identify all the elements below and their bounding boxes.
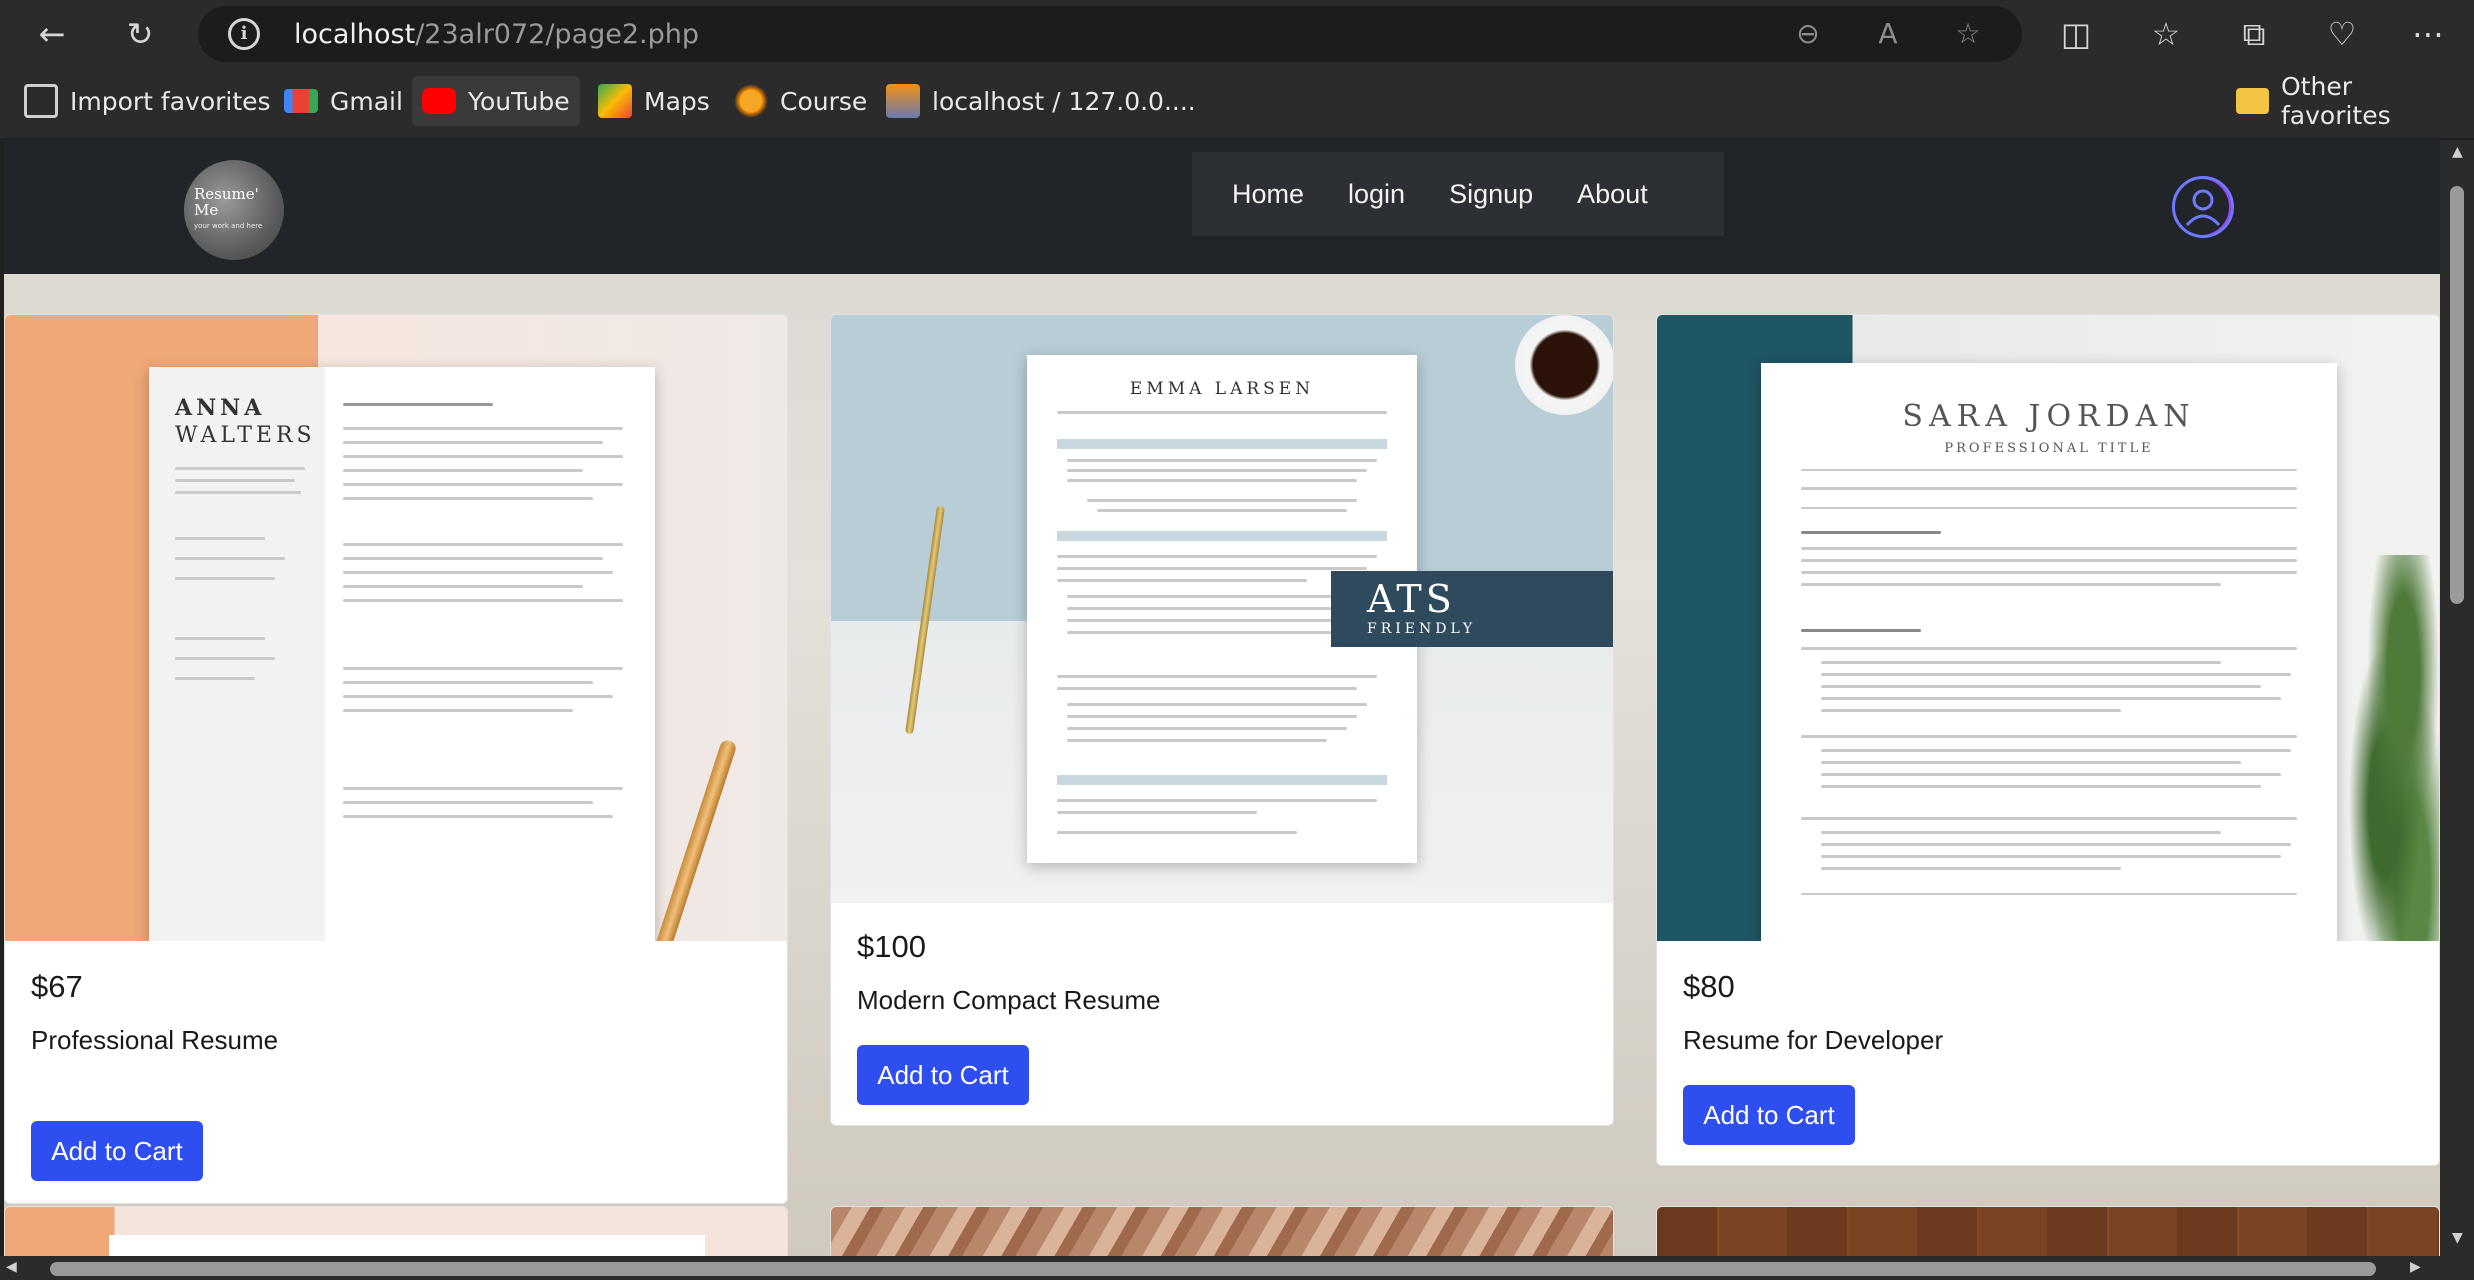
horizontal-scroll-thumb[interactable]: [50, 1262, 2376, 1276]
zoom-out-icon[interactable]: ⊖: [1790, 16, 1826, 52]
address-bar[interactable]: i localhost/23alr072/page2.php ⊖ A ☆: [198, 6, 2022, 62]
product-card: EMMA LARSEN ATS FRIENDLY $100 Modern Com…: [830, 314, 1614, 1126]
resume-name: EMMA LARSEN: [1129, 379, 1315, 399]
product-price: $80: [1683, 969, 1735, 1004]
product-title: Professional Resume: [31, 1025, 279, 1055]
page-viewport: Resume' Me your work and here Home login …: [4, 140, 2440, 1256]
scroll-right-icon[interactable]: ▶: [2410, 1259, 2421, 1275]
bookmark-label: YouTube: [468, 86, 570, 116]
collections-icon[interactable]: ⧉: [2230, 10, 2278, 58]
browser-toolbar: ← ↻ i localhost/23alr072/page2.php ⊖ A ☆…: [0, 0, 2474, 68]
resume-name: SARA JORDAN: [1902, 399, 2196, 434]
vertical-scrollbar[interactable]: ▲ ▼: [2440, 140, 2474, 1256]
phpmyadmin-icon: [886, 84, 920, 118]
nav-menu: Home login Signup About: [1192, 152, 1724, 236]
read-aloud-icon[interactable]: A: [1870, 16, 1906, 52]
nav-about[interactable]: About: [1577, 179, 1648, 210]
product-card: [830, 1206, 1614, 1256]
resume-subtitle: PROFESSIONAL TITLE: [1944, 441, 2154, 456]
pen-decoration: [648, 738, 738, 941]
product-card: [4, 1206, 788, 1256]
bookmark-gmail[interactable]: Gmail: [274, 76, 413, 126]
favorite-star-icon[interactable]: ☆: [1950, 16, 1986, 52]
product-title: Modern Compact Resume: [857, 985, 1161, 1015]
resume-sheet: ANNA WALTERS: [149, 367, 655, 941]
site-navbar: Resume' Me your work and here Home login …: [4, 140, 2440, 274]
vertical-scroll-thumb[interactable]: [2450, 186, 2464, 604]
nav-home[interactable]: Home: [1232, 179, 1304, 210]
resume-preview-image[interactable]: EMMA LARSEN ATS FRIENDLY: [831, 315, 1613, 903]
scroll-down-icon[interactable]: ▼: [2452, 1230, 2463, 1246]
product-title: Resume for Developer: [1683, 1025, 1944, 1055]
scroll-left-icon[interactable]: ◀: [6, 1259, 17, 1275]
youtube-icon: [422, 88, 456, 114]
bookmark-label: Course: [780, 86, 868, 116]
bookmark-label: Import favorites: [70, 86, 271, 116]
site-info-icon[interactable]: i: [228, 18, 260, 50]
back-icon[interactable]: ←: [28, 10, 76, 58]
url-text[interactable]: localhost/23alr072/page2.php: [294, 19, 699, 50]
logo-subtext: your work and here: [194, 222, 263, 230]
import-icon: [24, 84, 58, 118]
product-price: $100: [857, 929, 926, 964]
nav-signup[interactable]: Signup: [1449, 179, 1533, 210]
product-card: SARA JORDAN PROFESSIONAL TITLE $80 Resum…: [1656, 314, 2440, 1166]
plant-decoration: [2347, 555, 2439, 941]
site-logo[interactable]: Resume' Me your work and here: [184, 160, 284, 260]
ats-badge-subtitle: FRIENDLY: [1367, 621, 1477, 637]
horizontal-scrollbar[interactable]: ◀ ▶: [0, 1256, 2474, 1280]
bookmark-maps[interactable]: Maps: [588, 76, 720, 126]
bookmarks-bar: Import favorites Gmail YouTube Maps Cour…: [0, 68, 2474, 138]
bookmark-label: Gmail: [330, 86, 403, 116]
product-price: $67: [31, 969, 83, 1004]
resume-name-last: WALTERS: [175, 423, 316, 448]
bookmark-import-favorites[interactable]: Import favorites: [14, 76, 281, 126]
bookmark-localhost[interactable]: localhost / 127.0.0....: [876, 76, 1206, 126]
scroll-up-icon[interactable]: ▲: [2452, 144, 2463, 160]
nav-login[interactable]: login: [1348, 179, 1405, 210]
add-to-cart-button[interactable]: Add to Cart: [857, 1045, 1029, 1105]
bookmark-label: Maps: [644, 86, 710, 116]
split-screen-icon[interactable]: ◫: [2052, 10, 2100, 58]
bookmark-course[interactable]: Course: [724, 76, 877, 126]
pen-decoration: [905, 505, 945, 735]
course-sun-icon: [734, 84, 768, 118]
menu-icon[interactable]: ⋯: [2404, 10, 2452, 58]
refresh-icon[interactable]: ↻: [116, 10, 164, 58]
ats-badge-title: ATS: [1367, 577, 1456, 621]
resume-sheet: SARA JORDAN PROFESSIONAL TITLE: [1761, 363, 2337, 941]
maps-icon: [598, 84, 632, 118]
bookmark-label: localhost / 127.0.0....: [932, 86, 1196, 116]
product-card: [1656, 1206, 2440, 1256]
resume-name-first: ANNA: [175, 395, 266, 421]
coffee-cup-decoration: [1515, 315, 1613, 415]
product-card: ANNA WALTERS $67 Professional Resume Add…: [4, 314, 788, 1204]
resume-preview-image[interactable]: ANNA WALTERS: [5, 315, 787, 941]
bookmark-other-favorites[interactable]: Other favorites: [2226, 72, 2474, 130]
browser-essentials-icon[interactable]: ♡: [2318, 10, 2366, 58]
favorites-icon[interactable]: ☆: [2142, 10, 2190, 58]
ats-badge: ATS FRIENDLY: [1331, 571, 1613, 647]
folder-icon: [2236, 88, 2269, 114]
user-avatar-icon[interactable]: [2172, 176, 2234, 238]
resume-preview-image[interactable]: SARA JORDAN PROFESSIONAL TITLE: [1657, 315, 2439, 941]
logo-text: Resume' Me: [194, 185, 259, 219]
add-to-cart-button[interactable]: Add to Cart: [1683, 1085, 1855, 1145]
bookmark-label: Other favorites: [2281, 72, 2391, 130]
gmail-icon: [284, 89, 318, 113]
bookmark-youtube[interactable]: YouTube: [412, 76, 580, 126]
add-to-cart-button[interactable]: Add to Cart: [31, 1121, 203, 1181]
